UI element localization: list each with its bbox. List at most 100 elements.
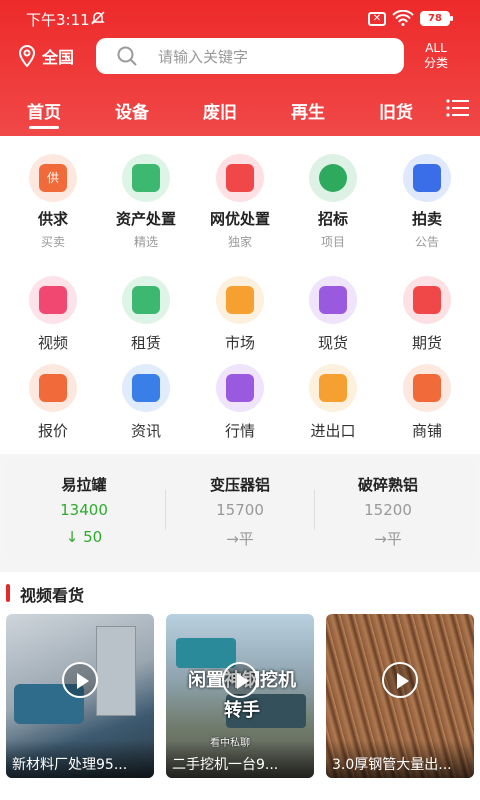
price-value: 13400	[60, 501, 108, 519]
grid-sublabel: 买卖	[40, 235, 65, 249]
grid-label: 网优处置	[209, 210, 270, 228]
play-icon[interactable]	[382, 662, 418, 698]
video-section-title: 视频看货	[20, 586, 85, 605]
grid-label: 市场	[224, 334, 255, 352]
price-item[interactable]: 破碎熟铝 15200 →平	[314, 458, 462, 560]
status-bar: 下午3:11 ✕ 78	[0, 0, 480, 36]
tab-scrap[interactable]: 废旧	[190, 98, 250, 123]
price-name: 破碎熟铝	[357, 476, 418, 494]
gavel-icon	[403, 154, 451, 202]
price-value: 15700	[216, 501, 264, 519]
grid-item-news[interactable]: 资讯	[98, 364, 194, 441]
grid-label: 现货	[317, 334, 348, 352]
all-sub-label: 分类	[423, 56, 448, 70]
grid-label: 资讯	[130, 422, 161, 440]
grid-label: 报价	[37, 422, 68, 440]
price-change: →平	[226, 530, 254, 548]
building-icon	[216, 276, 264, 324]
no-sim-icon: ✕	[368, 12, 386, 26]
asset-building-icon	[122, 154, 170, 202]
location-pin-icon	[18, 45, 36, 67]
play-icon[interactable]	[62, 662, 98, 698]
tab-home[interactable]: 首页	[14, 98, 74, 129]
grid-label: 供求	[37, 210, 68, 228]
grid-sublabel: 公告	[414, 235, 439, 249]
search-icon	[117, 46, 137, 66]
tab-recycled[interactable]: 再生	[278, 98, 338, 123]
price-name: 变压器铝	[209, 476, 270, 494]
price-item[interactable]: 变压器铝 15700 →平	[166, 458, 314, 560]
grid-item-asset-disposal[interactable]: 资产处置 精选	[98, 154, 194, 250]
grid-item-rental[interactable]: 租赁	[98, 276, 194, 353]
warehouse-icon	[403, 276, 451, 324]
grid-item-auction[interactable]: 拍卖 公告	[379, 154, 475, 250]
target-icon	[309, 154, 357, 202]
grid-item-import-export[interactable]: 进出口	[285, 364, 381, 441]
machine-cabinet-shape	[96, 626, 136, 716]
all-categories-button[interactable]: ALL 分类	[416, 41, 456, 71]
grid-item-spot[interactable]: 现货	[285, 276, 381, 353]
video-section: 视频看货 新材料厂处理95... 闲置神钢挖机转手 看中私聊 二手挖机一台9..…	[0, 572, 480, 800]
location-selector[interactable]: 全国	[18, 44, 74, 68]
supply-icon: 供	[29, 154, 77, 202]
price-value: 15200	[364, 501, 412, 519]
play-icon[interactable]	[222, 662, 258, 698]
location-label: 全国	[42, 48, 75, 67]
video-caption: 二手挖机一台9...	[166, 740, 314, 778]
grid-item-market[interactable]: 市场	[192, 276, 288, 353]
category-tabs: 首页 设备 废旧 再生 旧货	[0, 92, 480, 132]
video-caption: 3.0厚钢管大量出...	[326, 740, 474, 778]
news-icon	[122, 364, 170, 412]
trend-icon	[216, 364, 264, 412]
battery-indicator: 78	[420, 11, 453, 26]
price-item[interactable]: 易拉罐 13400 ↓ 50	[10, 458, 158, 560]
grid-label: 招标	[317, 210, 348, 228]
price-change: ↓ 50	[65, 528, 103, 546]
video-card[interactable]: 闲置神钢挖机转手 看中私聊 二手挖机一台9...	[166, 614, 314, 778]
grid-item-quote[interactable]: 报价	[5, 364, 101, 441]
price-ticker: 易拉罐 13400 ↓ 50 变压器铝 15700 →平 破碎熟铝 15200 …	[6, 458, 474, 560]
grid-item-bidding[interactable]: 招标 项目	[285, 154, 381, 250]
price-change: →平	[374, 530, 402, 548]
video-caption: 新材料厂处理95...	[6, 740, 154, 778]
tab-equipment[interactable]: 设备	[102, 98, 162, 123]
section-accent-bar	[6, 584, 10, 602]
grid-sublabel: 独家	[227, 235, 252, 249]
app-header: 下午3:11 ✕ 78 全国 请输入关键字 ALL 分类 首页 设备 废旧 再生…	[0, 0, 480, 136]
tab-secondhand[interactable]: 旧货	[366, 98, 426, 123]
grid-item-net-disposal[interactable]: 网优处置 独家	[192, 154, 288, 250]
spot-goods-icon	[309, 276, 357, 324]
grid-item-video[interactable]: 视频	[5, 276, 101, 353]
grid-label: 商铺	[411, 422, 442, 440]
grid-item-shop[interactable]: 商铺	[379, 364, 475, 441]
tools-icon	[122, 276, 170, 324]
grid-item-trend[interactable]: 行情	[192, 364, 288, 441]
grid-label: 进出口	[310, 422, 356, 440]
document-icon	[216, 154, 264, 202]
excavator-arm-shape	[176, 638, 236, 668]
grid-label: 期货	[411, 334, 442, 352]
menu-icon[interactable]	[446, 98, 470, 118]
grid-label: 租赁	[130, 334, 161, 352]
all-label: ALL	[425, 41, 447, 55]
price-name: 易拉罐	[61, 476, 107, 494]
grid-label: 资产处置	[115, 210, 176, 228]
video-card[interactable]: 新材料厂处理95...	[6, 614, 154, 778]
search-box[interactable]: 请输入关键字	[96, 38, 404, 74]
video-icon	[29, 276, 77, 324]
grid-sublabel: 精选	[133, 235, 158, 249]
video-card[interactable]: 3.0厚钢管大量出...	[326, 614, 474, 778]
grid-label: 行情	[224, 422, 255, 440]
grid-label: 拍卖	[411, 210, 442, 228]
grid-item-supply[interactable]: 供 供求 买卖	[5, 154, 101, 250]
grid-sublabel: 项目	[320, 235, 345, 249]
search-placeholder: 请输入关键字	[158, 47, 249, 66]
shop-icon	[403, 364, 451, 412]
grid-label: 视频	[37, 334, 68, 352]
mute-icon	[91, 11, 105, 25]
list-icon	[29, 364, 77, 412]
feature-grid: 供 供求 买卖 资产处置 精选 网优处置 独家 招标 项目 拍卖 公告 视频 租…	[0, 136, 480, 454]
exchange-icon	[309, 364, 357, 412]
grid-item-futures[interactable]: 期货	[379, 276, 475, 353]
status-time: 下午3:11	[26, 11, 90, 29]
